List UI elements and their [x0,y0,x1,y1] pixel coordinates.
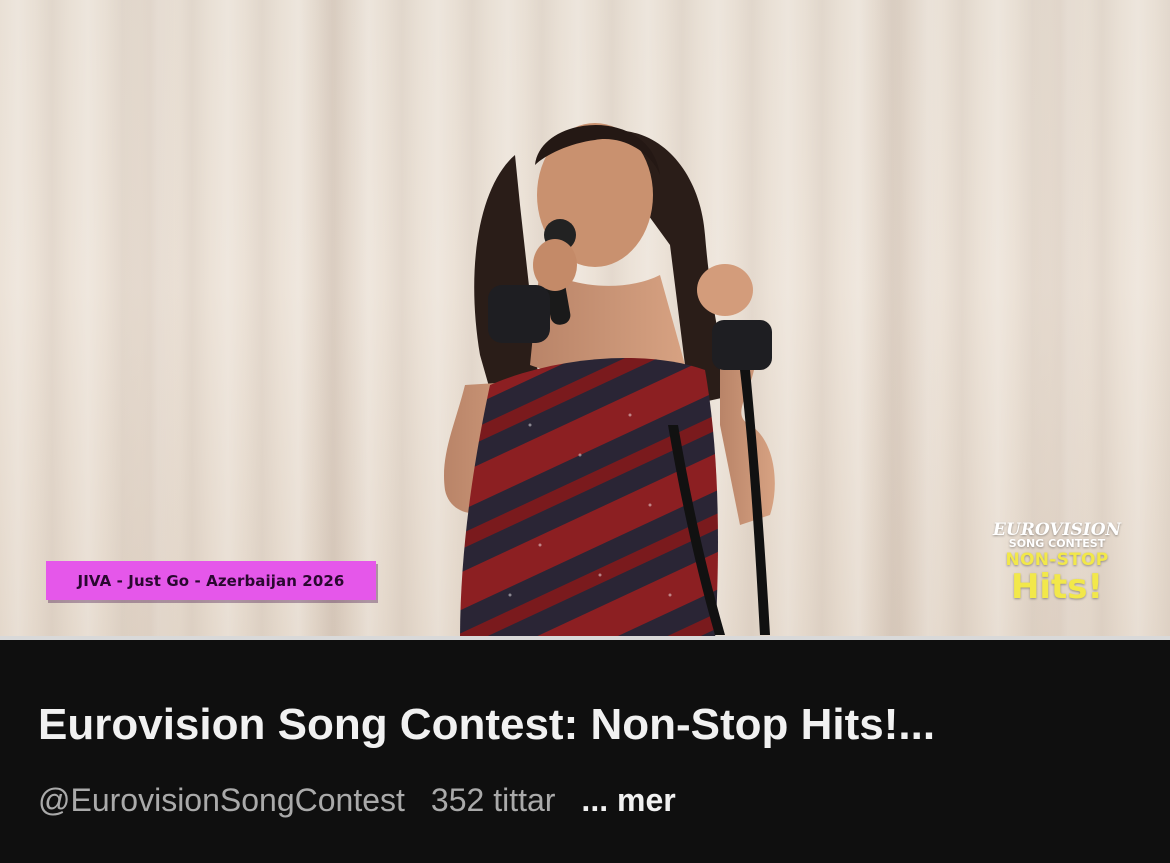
channel-handle-link[interactable]: @EurovisionSongContest [38,780,405,820]
performer-caption: JIVA - Just Go - Azerbaijan 2026 [46,561,376,600]
curtain-fold [860,0,940,637]
more-description-button[interactable]: ... mer [581,780,675,820]
video-meta-row: @EurovisionSongContest 352 tittar ... me… [38,780,676,820]
video-player[interactable]: JIVA - Just Go - Azerbaijan 2026 EUROVIS… [0,0,1170,637]
performer-caption-text: JIVA - Just Go - Azerbaijan 2026 [77,571,345,590]
logo-line-eurovision: EUROVISION [992,520,1122,540]
logo-line-hits: Hits! [1010,567,1104,607]
curtain-fold [300,0,370,637]
video-title[interactable]: Eurovision Song Contest: Non-Stop Hits!.… [38,700,1138,750]
curtain-fold [120,0,180,637]
eurovision-nonstop-hits-logo: EUROVISION SONG CONTEST NON-STOP Hits! [968,522,1146,622]
live-viewer-count: 352 tittar [430,782,556,818]
video-progress-bar[interactable] [0,636,1170,640]
live-video-page: JIVA - Just Go - Azerbaijan 2026 EUROVIS… [0,0,1170,863]
performer-image [420,95,800,637]
